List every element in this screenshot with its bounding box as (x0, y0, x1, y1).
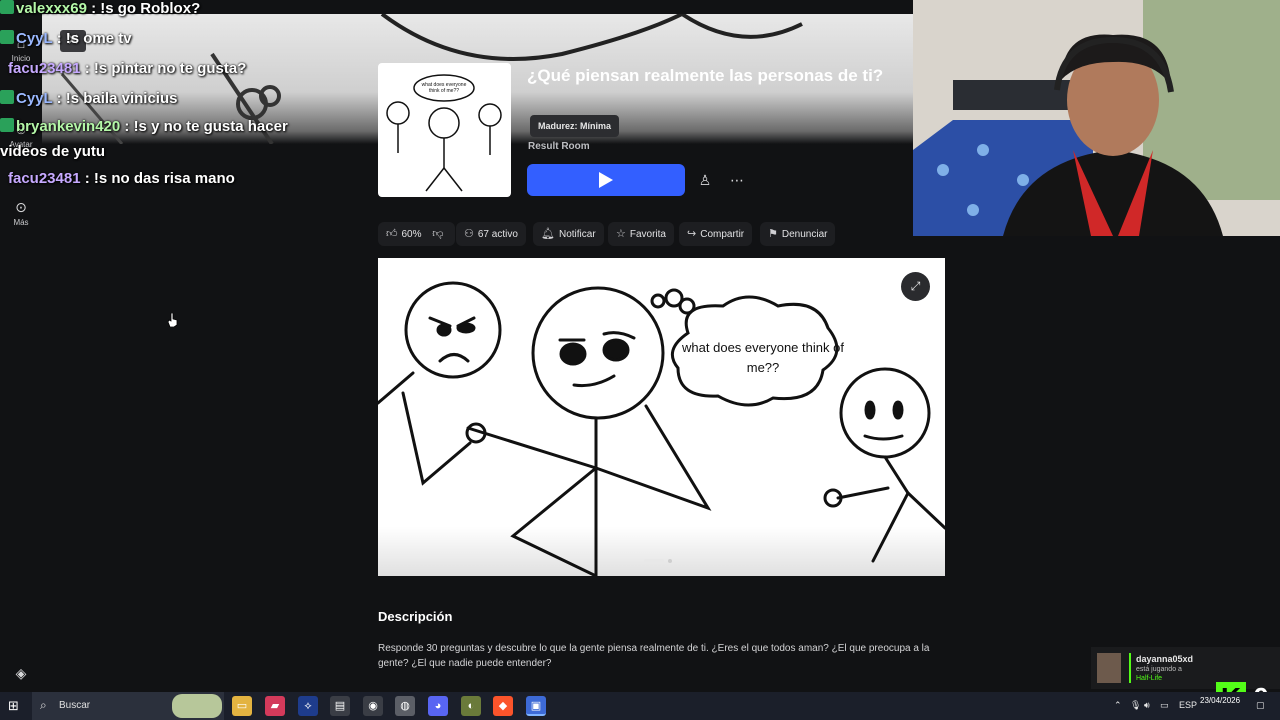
carousel-dot-active[interactable] (644, 558, 664, 563)
report-button[interactable]: ⚑ Denunciar (760, 222, 836, 246)
network-icon[interactable]: ▭ (1160, 700, 1169, 711)
search-highlight-art (172, 694, 222, 718)
webcam-overlay (913, 0, 1280, 236)
thumbs-up-icon[interactable]: 👍︎ (386, 222, 398, 246)
favorite-label: Favorita (629, 229, 666, 240)
brave-icon[interactable]: ◆ (493, 696, 513, 716)
thumbs-down-icon[interactable]: 👎︎ (432, 222, 443, 246)
more-options-icon[interactable]: ⋯ (727, 170, 747, 190)
badge-icon (0, 90, 14, 104)
chat-user: CyyL (16, 90, 53, 107)
taskbar-clock[interactable]: 23/04/2026 (1200, 695, 1240, 706)
activity-notification[interactable]: dayanna05xd está jugando a Half-Life (1091, 647, 1280, 689)
chat-user: facu23481 (8, 60, 81, 77)
chat-message: valexxx69 : !s go Roblox? (0, 0, 330, 24)
accent-bar (1129, 653, 1131, 683)
file-explorer-icon[interactable]: ▭ (232, 696, 252, 716)
app-blue-icon[interactable]: ⟡ (298, 696, 318, 716)
notification-user: dayanna05xd (1136, 654, 1194, 664)
chat-message: facu23481 : !s pintar no te gusta? (0, 54, 330, 84)
chat-text: : !s pintar no te gusta? (80, 60, 247, 77)
nav-more-label: Más (13, 218, 29, 227)
chat-user: facu23481 (8, 170, 81, 187)
clock-date: 23/04/2026 (1200, 696, 1241, 705)
chat-text: : !s no das risa mano (80, 170, 235, 187)
nav-roblox-logo[interactable]: ◈ (0, 664, 42, 684)
chat-overlay: valexxx69 : !s go Roblox? CyyL : !s ome … (0, 0, 330, 194)
bell-icon: 🔔︎ (541, 228, 555, 240)
active-players-chip: ⚇ 67 activo (456, 222, 526, 246)
share-button[interactable]: ↪ Compartir (679, 222, 753, 246)
rating-chip: 👍︎ 60% 👎︎ (378, 222, 456, 246)
roblox-icon: ◈ (15, 665, 27, 681)
microphone-icon[interactable]: 🎙︎ (1130, 700, 1141, 711)
expand-icon[interactable]: ⤢ (901, 272, 930, 301)
page-title: ¿Qué piensan realmente las personas de t… (527, 66, 884, 85)
search-placeholder: Buscar (59, 700, 91, 711)
app-window-icon[interactable]: ▤ (330, 696, 350, 716)
flag-icon: ⚑ (768, 228, 778, 240)
notify-button[interactable]: 🔔︎ Notificar (533, 222, 604, 246)
star-icon: ☆ (616, 228, 626, 240)
mouse-cursor-icon (168, 313, 178, 327)
chat-user: bryankevin420 (16, 118, 121, 135)
badge-icon (0, 30, 14, 44)
play-icon (599, 172, 613, 188)
thought-bubble-text: what does everyone think of me?? (682, 340, 844, 375)
active-players-label: 67 activo (477, 229, 518, 240)
rating-value: 60% (401, 229, 422, 240)
notifications-icon[interactable]: ▢ (1256, 700, 1265, 711)
chat-message: CyyL : !s ome tv (0, 24, 330, 54)
app-red-icon[interactable]: ▰ (265, 696, 285, 716)
description-title: Descripción (378, 609, 453, 624)
badge-icon (0, 118, 14, 132)
media-carousel[interactable]: what does everyone think of me?? ⤢ (378, 258, 945, 576)
more-icon: ⊙ (15, 199, 27, 215)
speaker-icon[interactable]: 🔊︎ (1144, 700, 1150, 711)
creator-link[interactable]: Result Room (528, 141, 590, 152)
taskbar: ⊞ ⌕ Buscar ▭ ▰ ⟡ ▤ ◉ ◍ ◕ ◐ ◆ ▣ ⌃ 🎙︎ 🔊︎ ▭… (0, 692, 1280, 720)
search-icon: ⌕ (40, 698, 47, 712)
tray-chevron-icon[interactable]: ⌃ (1114, 700, 1122, 711)
chat-message: facu23481 : !s no das risa mano (0, 164, 330, 194)
webcam-image (913, 0, 1280, 236)
app-olive-icon[interactable]: ◐ (461, 696, 481, 716)
discord-icon[interactable]: ◕ (428, 696, 448, 716)
chat-message: bryankevin420 : !s y no te gusta hacer v… (0, 114, 330, 164)
share-label: Compartir (700, 229, 745, 240)
chat-text: : !s ome tv (52, 30, 132, 47)
windows-start-icon[interactable]: ⊞ (8, 698, 24, 714)
chat-user: CyyL (16, 30, 53, 47)
report-label: Denunciar (781, 229, 828, 240)
language-indicator[interactable]: ESP (1179, 700, 1197, 710)
chat-text: : !s baila vinicius (52, 90, 178, 107)
carousel-dot[interactable] (668, 558, 672, 563)
obs-icon[interactable]: ◉ (363, 696, 383, 716)
share-icon: ↪ (687, 228, 697, 240)
screen: ⌂ Inicio ☺ Avatar ⊙ Más ◈ ✕ valexxx69 : … (0, 0, 1280, 720)
notification-line2: Half-Life (1136, 675, 1163, 682)
roblox-taskbar-icon[interactable]: ▣ (526, 696, 546, 716)
chat-user: valexxx69 (16, 0, 87, 17)
maturity-badge[interactable]: Madurez: Mínima (530, 115, 620, 137)
favorite-button[interactable]: ☆ Favorita (608, 222, 674, 246)
people-icon: ⚇ (464, 228, 474, 240)
notify-label: Notificar (558, 229, 596, 240)
chat-message: CyyL : !s baila vinicius (0, 84, 330, 114)
notification-line1: está jugando a (1136, 666, 1182, 673)
nav-more[interactable]: ⊙ Más (0, 198, 42, 227)
thumbnail-thought-text: what does everyone think of me?? (421, 82, 467, 94)
app-gray-icon[interactable]: ◍ (395, 696, 415, 716)
taskbar-search[interactable]: ⌕ Buscar (32, 692, 224, 720)
play-button[interactable] (527, 164, 685, 196)
carousel-dots (644, 552, 676, 570)
join-friend-icon[interactable]: ♙ (695, 170, 715, 190)
avatar (1097, 653, 1121, 683)
badge-icon (0, 0, 14, 14)
description-text: Responde 30 preguntas y descubre lo que … (378, 643, 930, 669)
chat-text: : !s go Roblox? (86, 0, 201, 17)
game-thumbnail[interactable]: what does everyone think of me?? (378, 63, 511, 197)
